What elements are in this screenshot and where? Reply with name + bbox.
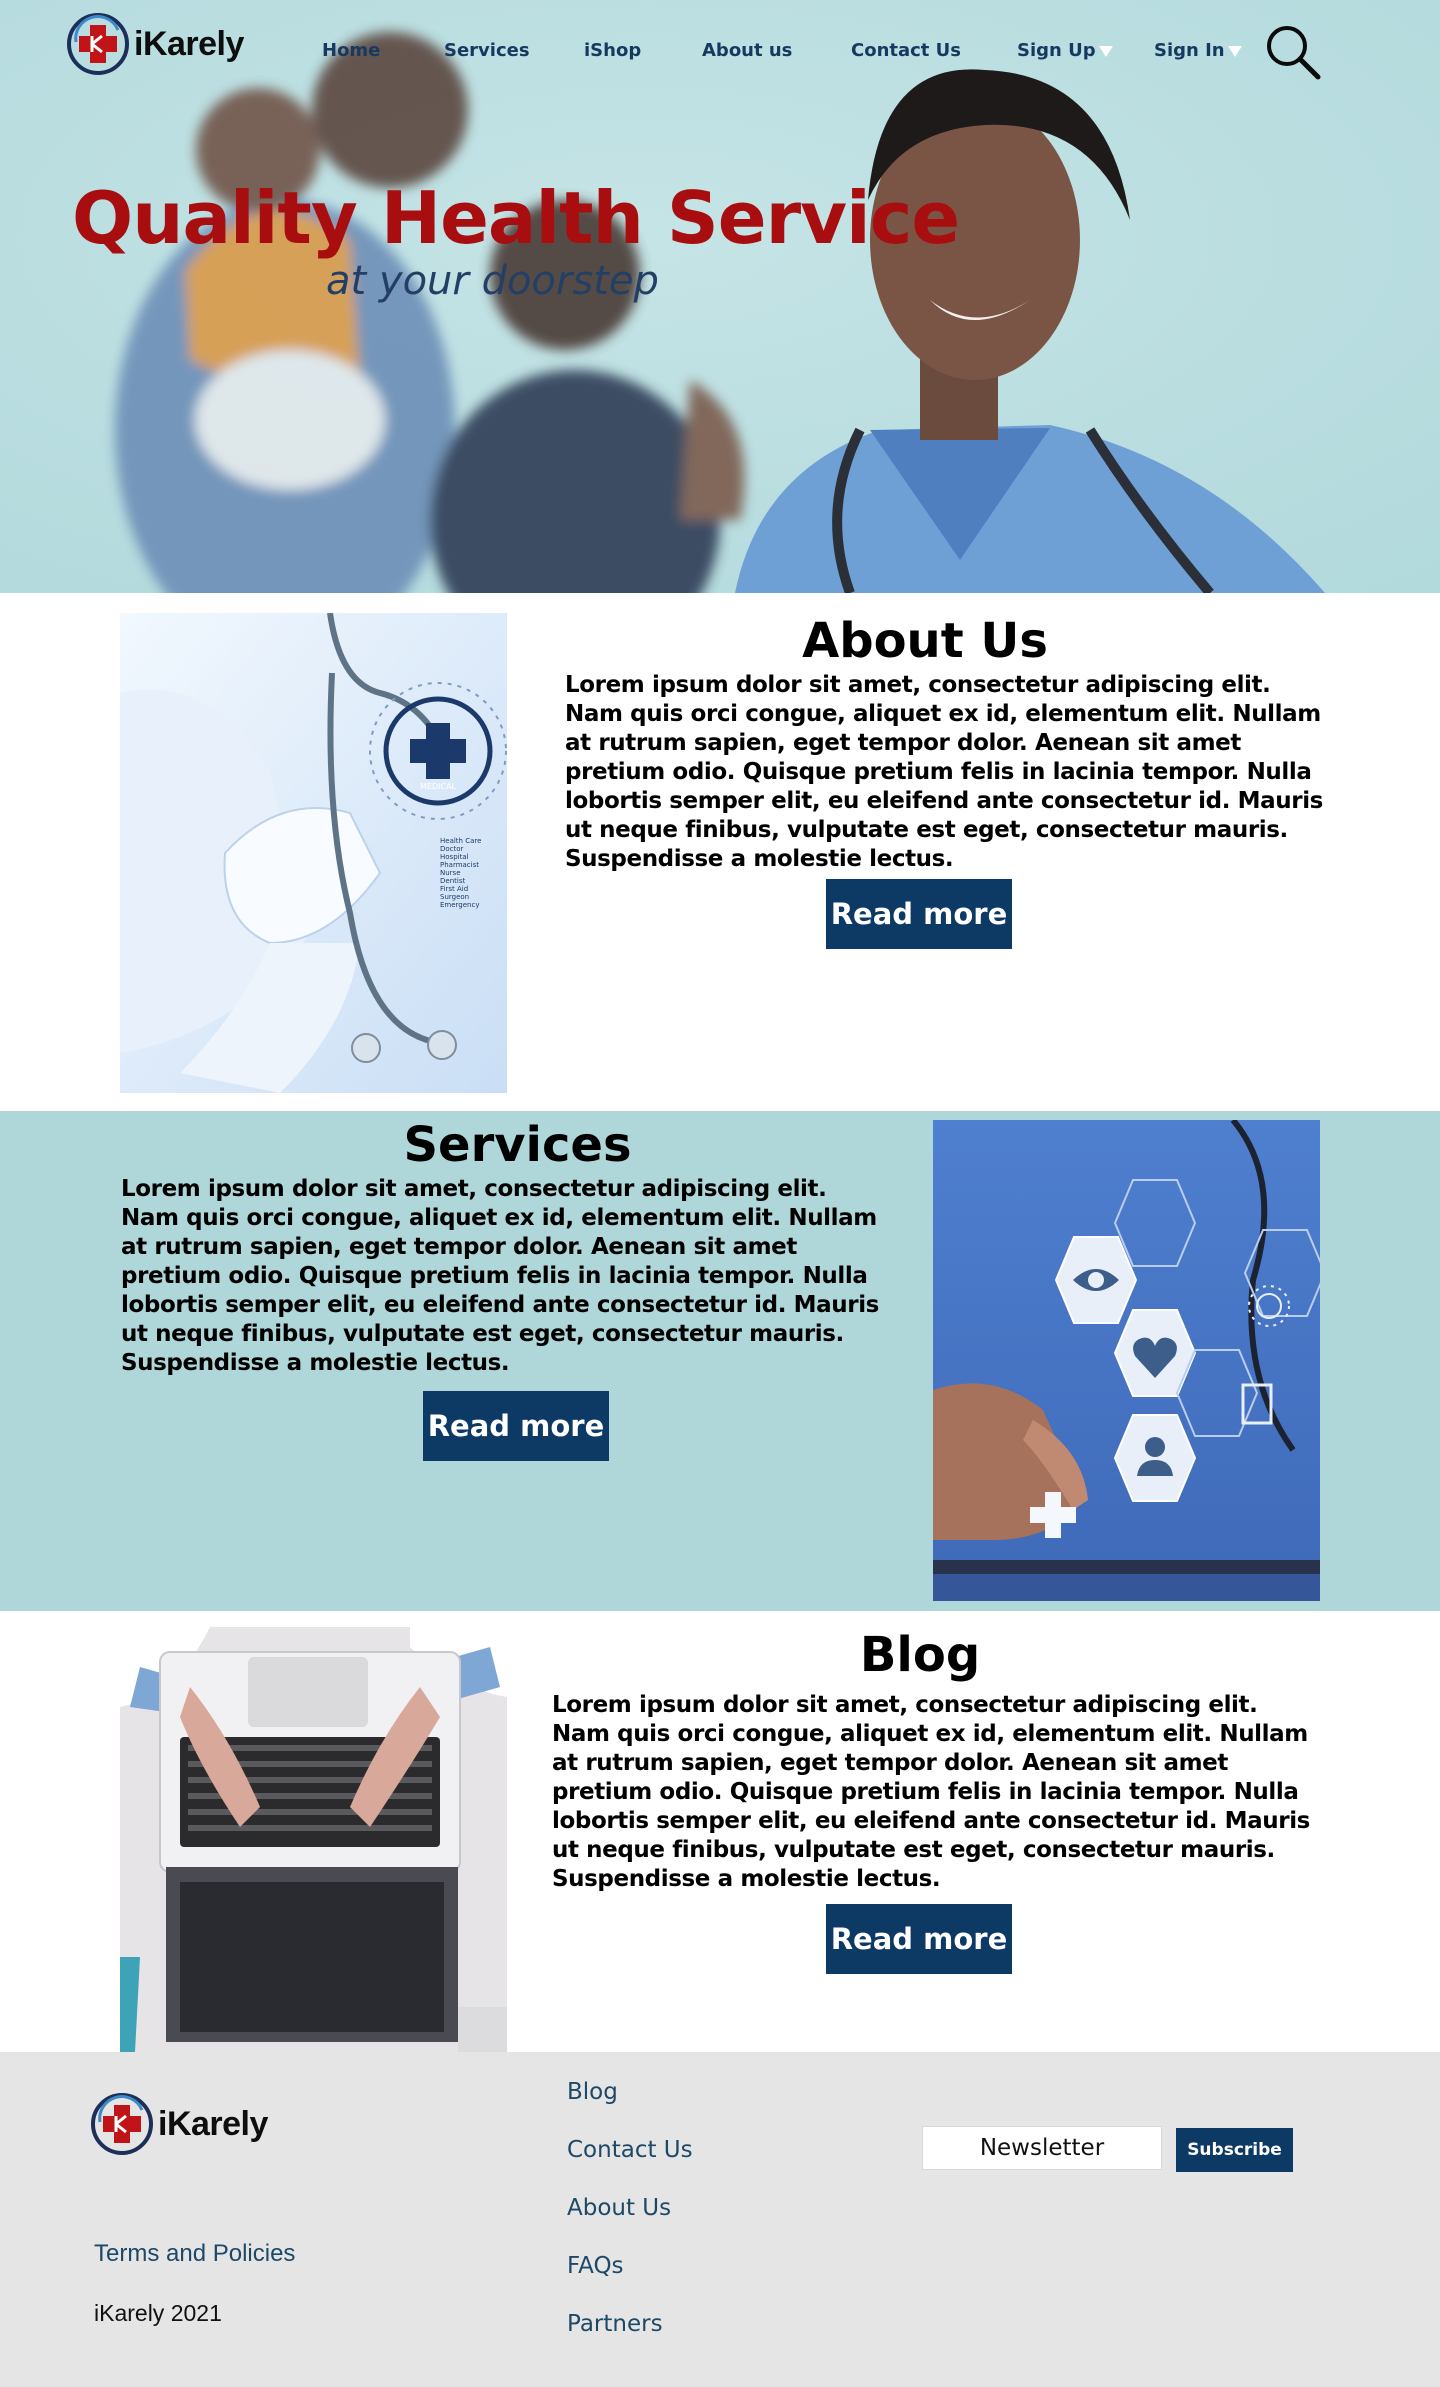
health-list-item: Hospital [440,853,469,861]
services-body: Lorem ipsum dolor sit amet, consectetur … [121,1176,879,1376]
footer-brand-name: iKarely [158,2104,268,2143]
blog-body: Lorem ipsum dolor sit amet, consectetur … [552,1692,1310,1892]
search-icon[interactable] [1263,22,1323,82]
nav-home[interactable]: Home [322,36,380,66]
footer-link-faqs[interactable]: FAQs [567,2253,624,2279]
person-hexagon [1113,1414,1197,1502]
services-heading: Services [403,1117,632,1173]
hero-title: Quality Health Service [72,176,960,260]
footer-link-about-us[interactable]: About Us [567,2195,671,2221]
hero-photo [0,0,1440,593]
footer-link-partners[interactable]: Partners [567,2311,663,2337]
nav-ishop[interactable]: iShop [584,36,641,66]
health-list-item: First Aid [440,885,468,893]
logo-cross-icon [91,2093,153,2155]
main-nav: Home Services iShop About us Contact Us … [0,36,1440,66]
about-read-more-button[interactable]: Read more [826,879,1012,949]
about-body: Lorem ipsum dolor sit amet, consectetur … [565,672,1323,872]
about-section: MEDICAL Health Care Doctor Hospital Phar… [0,593,1440,1111]
health-list-item: Pharmacist [440,861,479,869]
hero-banner: iKarely Home Services iShop About us Con… [0,0,1440,593]
subscribe-button[interactable]: Subscribe [1176,2128,1293,2172]
about-image: MEDICAL Health Care Doctor Hospital Phar… [120,613,507,1093]
services-read-more-button[interactable]: Read more [423,1391,609,1461]
blog-read-more-button[interactable]: Read more [826,1904,1012,1974]
health-list-item: Doctor [440,845,464,853]
footer-brand-logo[interactable]: iKarely [90,2092,268,2156]
medical-label: MEDICAL [420,782,457,791]
nav-sign-in[interactable]: Sign In [1154,36,1242,66]
services-section: Services Lorem ipsum dolor sit amet, con… [0,1111,1440,1611]
site-footer: iKarely Blog Contact Us About Us FAQs Pa… [0,2052,1440,2387]
nav-services[interactable]: Services [444,36,530,66]
newsletter-input[interactable] [922,2126,1162,2170]
about-heading: About Us [802,613,1048,669]
health-list-item: Nurse [440,869,461,877]
blog-section: Blog Lorem ipsum dolor sit amet, consect… [0,1611,1440,2052]
health-list-item: Emergency [440,901,479,909]
health-list-item: Dentist [440,877,465,885]
footer-link-blog[interactable]: Blog [567,2079,618,2105]
copyright: iKarely 2021 [94,2300,222,2326]
nav-contact-us[interactable]: Contact Us [851,36,961,66]
blog-image [120,1627,507,2052]
nav-sign-in-label: Sign In [1154,40,1225,61]
blog-heading: Blog [859,1627,981,1683]
terms-and-policies-link[interactable]: Terms and Policies [94,2240,295,2268]
footer-link-contact-us[interactable]: Contact Us [567,2137,693,2163]
services-image [933,1120,1320,1601]
nav-about-us[interactable]: About us [702,36,792,66]
nav-sign-up[interactable]: Sign Up [1017,36,1113,66]
health-list-item: Surgeon [440,893,469,901]
chevron-down-icon [1227,46,1242,57]
chevron-down-icon [1098,46,1113,57]
health-list-item: Health Care [440,837,481,845]
hero-subtitle: at your doorstep [326,258,659,304]
nav-sign-up-label: Sign Up [1017,40,1096,61]
